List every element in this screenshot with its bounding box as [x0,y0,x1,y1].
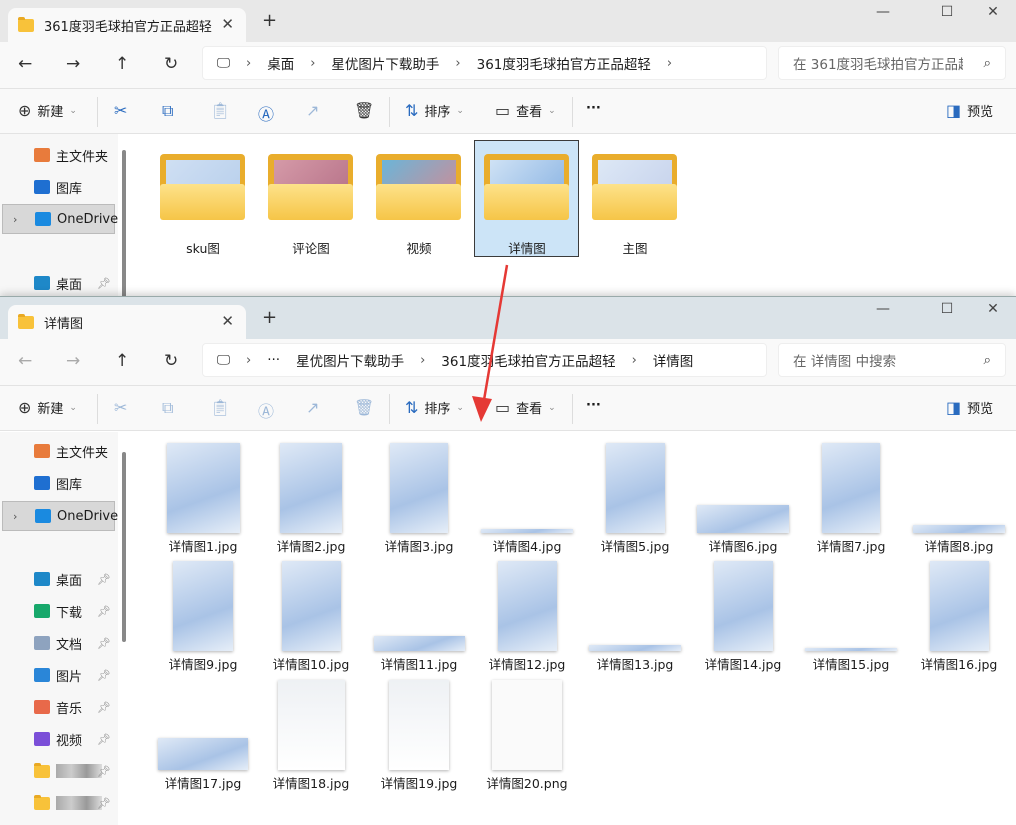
annotation-arrow [472,264,509,422]
